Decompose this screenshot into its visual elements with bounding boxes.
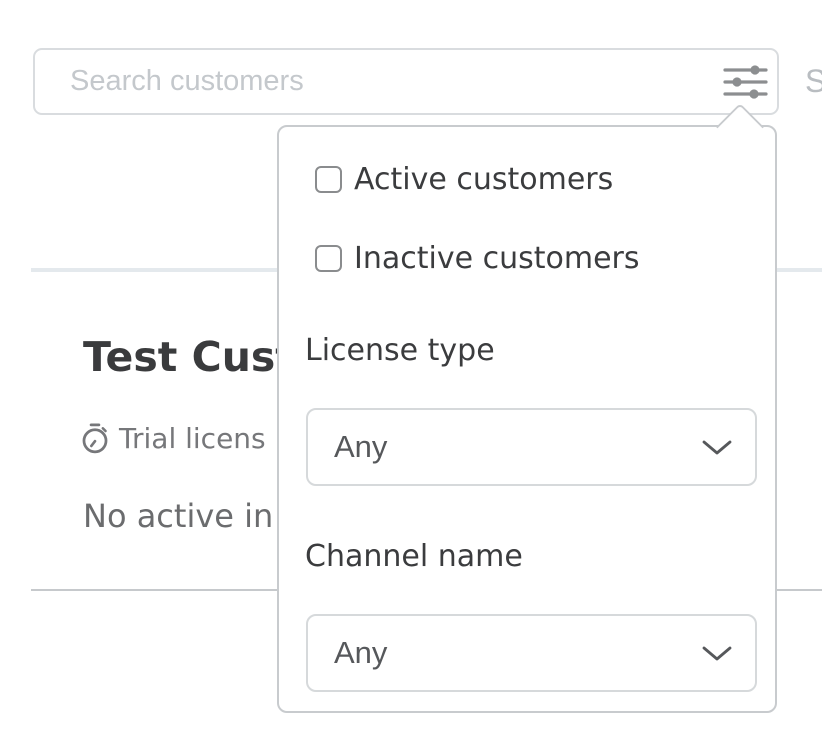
search-bar: [33, 48, 779, 115]
customer-name[interactable]: Test Cust: [83, 333, 295, 381]
chevron-down-icon: [701, 644, 733, 662]
search-input[interactable]: [35, 50, 713, 113]
customers-page: S Test Cust Trial licens No active in Ac…: [0, 0, 822, 756]
filter-option-inactive-customers[interactable]: Inactive customers: [315, 240, 639, 276]
sort-control-fragment[interactable]: S: [805, 63, 822, 100]
channel-name-selected-value: Any: [334, 635, 701, 671]
chevron-down-icon: [701, 438, 733, 456]
active-customers-label: Active customers: [354, 162, 613, 197]
channel-name-label: Channel name: [305, 539, 523, 574]
filter-option-active-customers[interactable]: Active customers: [315, 161, 613, 197]
filter-popover: Active customers Inactive customers Lice…: [277, 125, 777, 713]
sliders-icon: [721, 63, 769, 101]
license-type-label: License type: [305, 333, 495, 368]
inactive-customers-label: Inactive customers: [354, 241, 639, 276]
filter-button[interactable]: [713, 50, 777, 113]
stopwatch-icon: [81, 423, 109, 454]
channel-name-select[interactable]: Any: [306, 614, 757, 692]
inactive-customers-checkbox[interactable]: [315, 245, 342, 272]
customer-status-text: No active in: [83, 497, 273, 535]
active-customers-checkbox[interactable]: [315, 166, 342, 193]
license-row: Trial licens: [81, 422, 266, 455]
license-type-selected-value: Any: [334, 429, 701, 465]
license-type-text: Trial licens: [119, 422, 266, 455]
license-type-select[interactable]: Any: [306, 408, 757, 486]
